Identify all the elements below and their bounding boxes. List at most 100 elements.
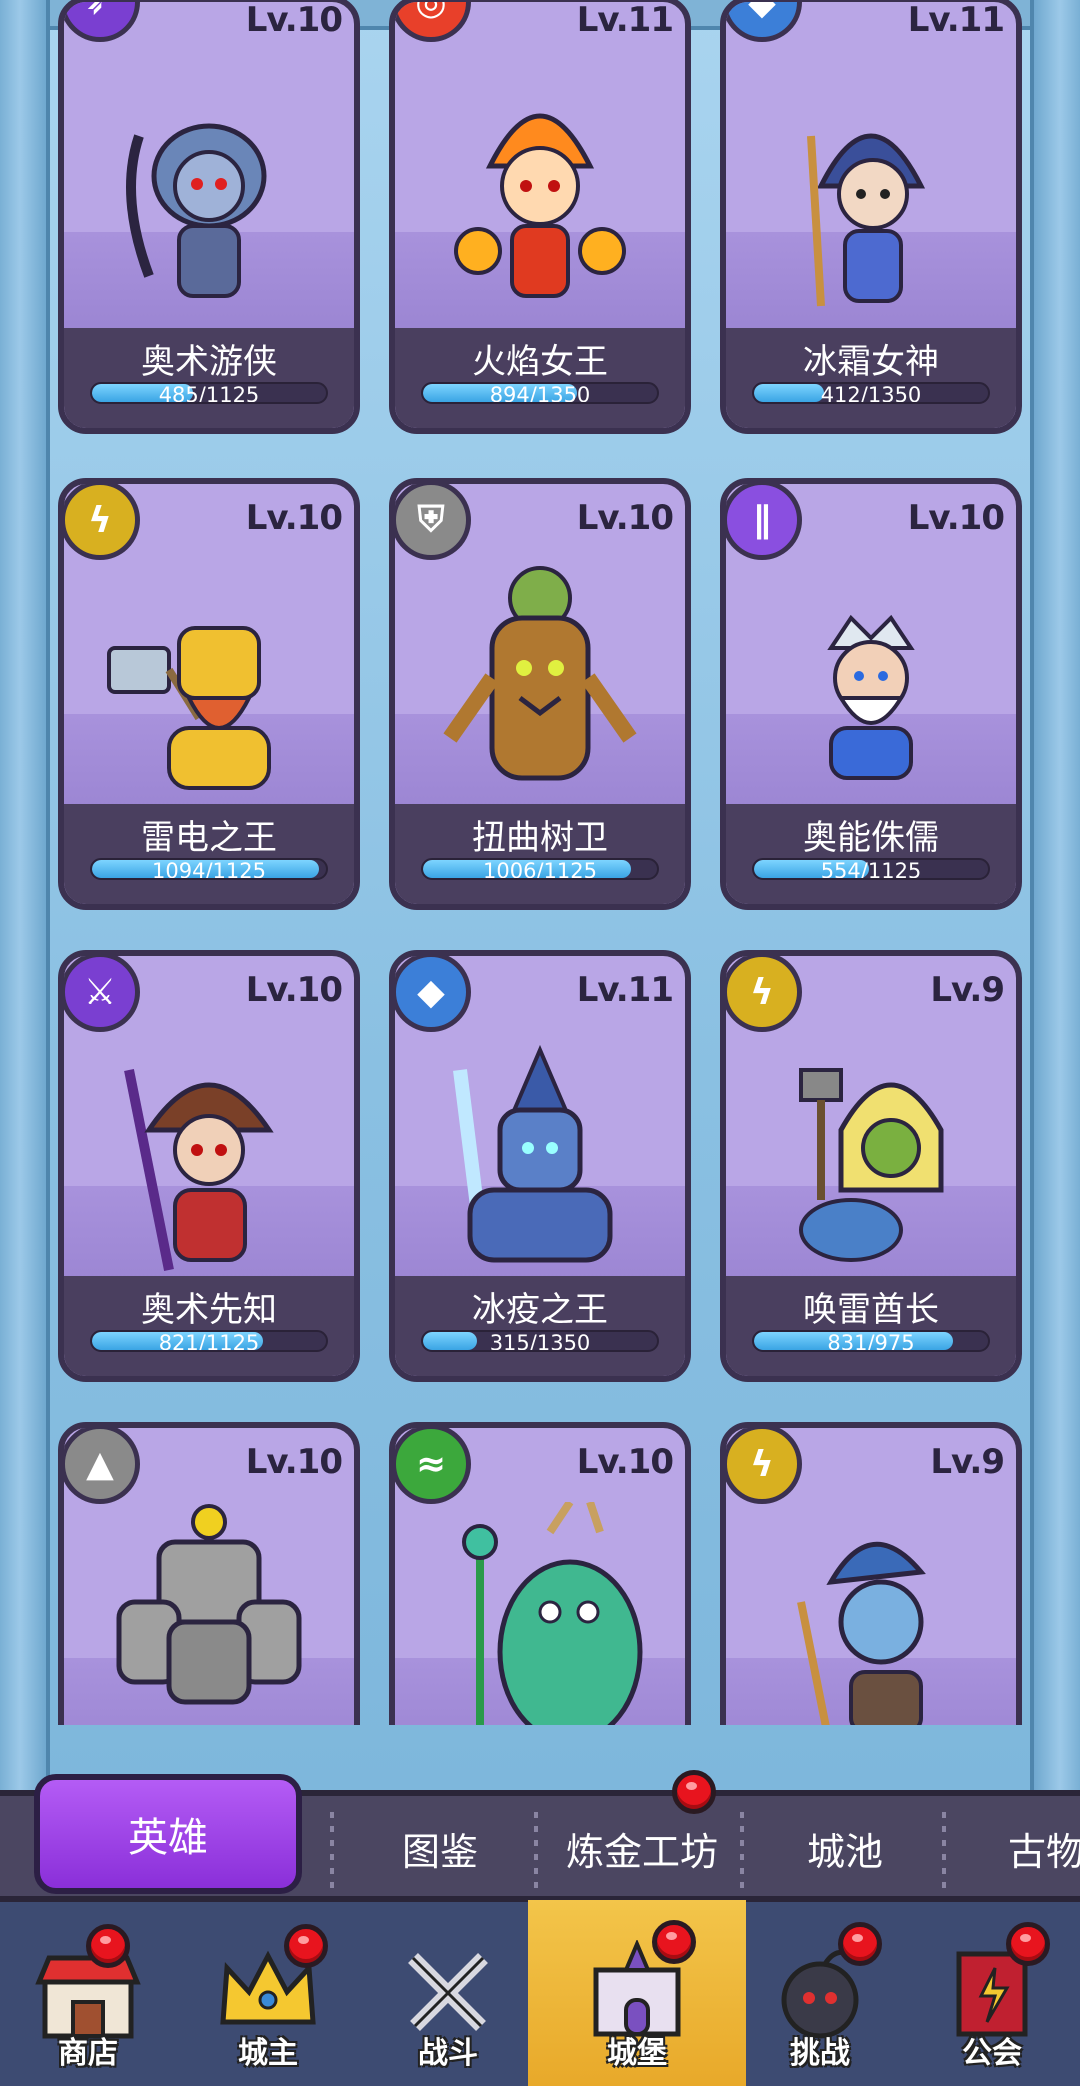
nav-castle[interactable]: 城堡 — [528, 1900, 746, 2086]
subtab-relics[interactable]: 古物 — [952, 1800, 1080, 1896]
hero-portrait — [443, 566, 637, 781]
hero-card[interactable]: ◆ Lv.11 冰疫之王 315/1350 — [389, 950, 691, 1382]
progress-bar: 1006/1125 — [421, 858, 659, 880]
lightning-icon: ϟ — [726, 956, 802, 1032]
progress-text: 412/1350 — [820, 383, 922, 404]
progress-bar: 821/1125 — [90, 1330, 328, 1352]
hero-level: Lv.10 — [245, 0, 343, 40]
rock-icon: ▲ — [64, 1428, 140, 1504]
hero-portrait — [107, 626, 271, 790]
hero-name: 冰霜女神 — [803, 342, 939, 382]
hero-name: 奥能侏儒 — [803, 818, 939, 858]
hero-card[interactable]: ≈ Lv.10 — [389, 1422, 691, 1725]
hero-portrait — [453, 1044, 613, 1263]
subtab-city[interactable]: 城池 — [750, 1800, 940, 1896]
hero-card[interactable]: ➶ Lv.10 奥术游侠 485/1125 — [58, 0, 360, 434]
name-bar: 奥术先知 821/1125 — [64, 1276, 354, 1376]
notification-dot — [1006, 1922, 1050, 1966]
progress-bar: 485/1125 — [90, 382, 328, 404]
subtab-alchemy-workshop[interactable]: 炼金工坊 — [544, 1800, 740, 1896]
hero-level: Lv.11 — [576, 970, 674, 1010]
hero-card[interactable]: ϟ Lv.9 唤雷酋长 831/975 — [720, 950, 1022, 1382]
hero-portrait — [797, 1542, 926, 1725]
notification-dot — [284, 1924, 328, 1968]
hero-card[interactable]: ∥ Lv.10 奥能侏儒 554/1125 — [720, 478, 1022, 910]
hero-name: 奥术游侠 — [141, 342, 277, 382]
hero-level: Lv.9 — [930, 1442, 1005, 1482]
nav-lord[interactable]: 城主 — [180, 1902, 356, 2086]
name-bar: 冰霜女神 412/1350 — [726, 328, 1016, 428]
hero-card[interactable]: ⛨ Lv.10 扭曲树卫 1006/1125 — [389, 478, 691, 910]
nav-label: 战斗 — [418, 2036, 478, 2071]
hero-level: Lv.10 — [245, 970, 343, 1010]
fire-target-icon: ◎ — [395, 2, 471, 42]
hero-level: Lv.11 — [576, 0, 674, 40]
hero-card[interactable]: ◎ Lv.11 火焰女王 894/1350 — [389, 0, 691, 434]
hero-level: Lv.10 — [245, 1442, 343, 1482]
name-bar: 火焰女王 894/1350 — [395, 328, 685, 428]
lightning-icon: ϟ — [726, 1428, 802, 1504]
hero-name: 雷电之王 — [141, 818, 277, 858]
hero-name: 奥术先知 — [141, 1290, 277, 1330]
arcane-swords-icon: ⚔ — [64, 956, 140, 1032]
subtab-heroes[interactable]: 英雄 — [34, 1774, 302, 1894]
notification-dot — [652, 1920, 696, 1964]
progress-text: 485/1125 — [158, 383, 260, 404]
nav-shop[interactable]: 商店 — [0, 1902, 176, 2086]
hero-portrait — [454, 113, 626, 298]
nav-label: 商店 — [58, 2036, 118, 2071]
hero-name: 唤雷酋长 — [803, 1290, 939, 1330]
progress-text: 894/1350 — [489, 383, 591, 404]
progress-text: 821/1125 — [158, 1331, 260, 1352]
nav-challenge[interactable]: 挑战 — [732, 1902, 908, 2086]
ice-crystal-icon: ◆ — [726, 2, 802, 42]
left-pillar — [0, 0, 50, 1790]
hero-level: Lv.11 — [907, 0, 1005, 40]
hero-card[interactable]: ⚔ Lv.10 奥术先知 821/1125 — [58, 950, 360, 1382]
arcane-bow-icon: ➶ — [64, 2, 140, 42]
notification-dot — [672, 1770, 716, 1814]
nav-label: 城堡 — [607, 2036, 667, 2071]
name-bar: 雷电之王 1094/1125 — [64, 804, 354, 904]
hero-card[interactable]: ◆ Lv.11 冰霜女神 412/1350 — [720, 0, 1022, 434]
hero-level: Lv.9 — [930, 970, 1005, 1010]
hero-grid: ➶ Lv.10 奥术游侠 485/1125 ◎ Lv.11 火焰女王 894/1… — [58, 0, 1022, 1725]
crossed-swords-icon — [408, 1953, 488, 2031]
name-bar: 扭曲树卫 1006/1125 — [395, 804, 685, 904]
hero-card[interactable]: ▲ Lv.10 — [58, 1422, 360, 1725]
nav-battle[interactable]: 战斗 — [360, 1902, 536, 2086]
name-bar: 奥术游侠 485/1125 — [64, 328, 354, 428]
hero-portrait — [116, 1504, 302, 1705]
tab-divider — [942, 1812, 946, 1892]
progress-text: 1006/1125 — [483, 859, 597, 880]
hero-level: Lv.10 — [576, 1442, 674, 1482]
nav-label: 挑战 — [790, 2036, 850, 2071]
hero-card[interactable]: ϟ Lv.10 雷电之王 1094/1125 — [58, 478, 360, 910]
hero-portrait — [827, 614, 915, 780]
hero-portrait — [124, 1069, 274, 1271]
hero-name: 冰疫之王 — [472, 1290, 608, 1330]
nav-guild[interactable]: 公会 — [904, 1902, 1080, 2086]
subtab-codex[interactable]: 图鉴 — [340, 1800, 540, 1896]
name-bar: 冰疫之王 315/1350 — [395, 1276, 685, 1376]
hero-name: 扭曲树卫 — [472, 818, 608, 858]
hero-card[interactable]: ϟ Lv.9 — [720, 1422, 1022, 1725]
right-pillar — [1030, 0, 1080, 1790]
progress-bar: 412/1350 — [752, 382, 990, 404]
progress-bar: 315/1350 — [421, 1330, 659, 1352]
name-bar: 唤雷酋长 831/975 — [726, 1276, 1016, 1376]
tab-divider — [740, 1812, 744, 1892]
wind-icon: ≈ — [395, 1428, 471, 1504]
hero-level: Lv.10 — [245, 498, 343, 538]
progress-text: 315/1350 — [489, 1331, 591, 1352]
progress-text: 1094/1125 — [152, 859, 266, 880]
progress-bar: 1094/1125 — [90, 858, 328, 880]
hero-portrait — [807, 133, 926, 307]
tab-divider — [534, 1812, 538, 1892]
notification-dot — [86, 1924, 130, 1968]
lightning-icon: ϟ — [64, 484, 140, 560]
hero-level: Lv.10 — [576, 498, 674, 538]
progress-bar: 554/1125 — [752, 858, 990, 880]
progress-text: 831/975 — [827, 1331, 915, 1352]
hero-portrait — [799, 1068, 944, 1262]
